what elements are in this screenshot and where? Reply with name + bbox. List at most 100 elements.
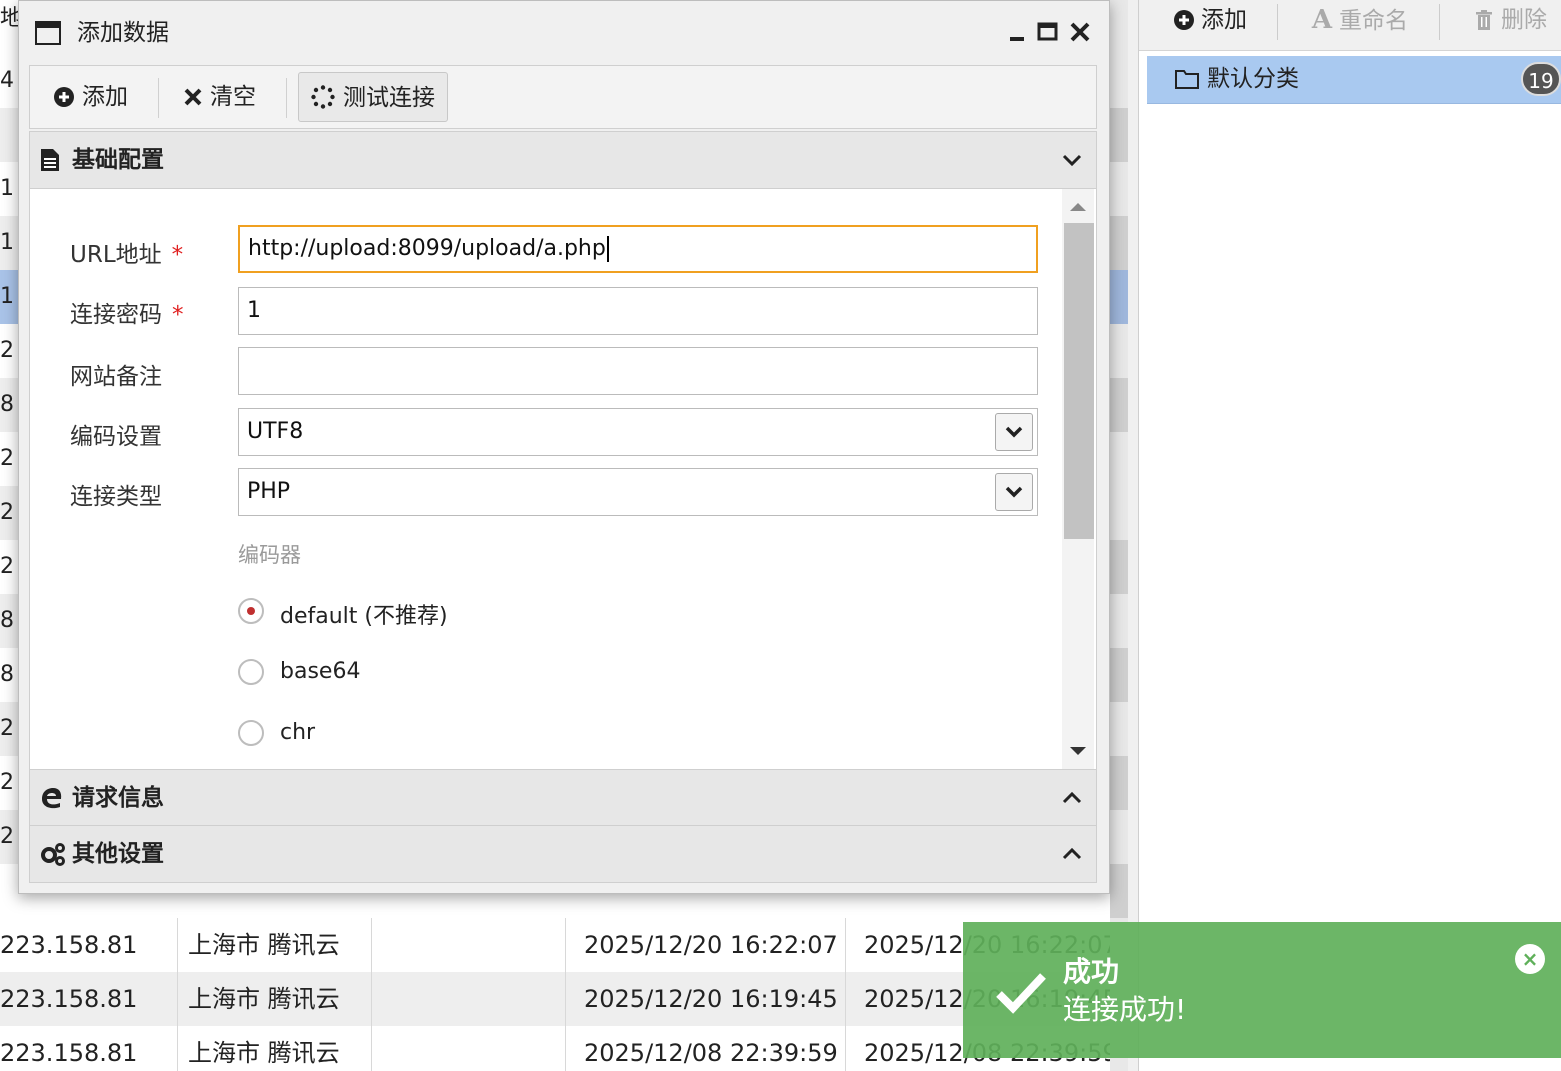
table-scrollbar[interactable] [1110,0,1128,1071]
encoder-option-label[interactable]: default (不推荐) [280,598,448,630]
add-button[interactable]: 添加 [54,72,128,122]
test-connection-button[interactable]: 测试连接 [298,72,448,122]
note-input[interactable] [238,347,1038,395]
window-icon [35,21,61,49]
chevron-down-icon [1062,150,1082,170]
table-edge-text: 2 [0,716,14,741]
cell-location: 上海市 腾讯云 [188,985,340,1013]
toast-title: 成功 [1063,955,1120,988]
required-mark: * [172,302,184,328]
table-edge-text: 1 [0,176,14,201]
password-input[interactable]: 1 [238,287,1038,335]
table-edge-text: 2 [0,500,14,525]
type-label: 连接类型 [70,484,162,510]
table-row[interactable]: 223.158.81 上海市 腾讯云 2025/12/20 16:22:07 2… [0,918,1128,972]
table-row[interactable]: 223.158.81 上海市 腾讯云 2025/12/20 16:19:45 2… [0,972,1128,1026]
password-label: 连接密码 * [70,302,184,328]
table-edge-text: 2 [0,446,14,471]
dialog-toolbar: 添加 清空 测试连接 [29,65,1097,129]
encoder-option-label[interactable]: chr [280,720,315,745]
category-item-default[interactable]: 默认分类 19 [1147,56,1561,104]
required-mark: * [171,242,184,268]
folder-icon [1175,68,1199,94]
table-row[interactable]: 223.158.81 上海市 腾讯云 2025/12/08 22:39:59 2… [0,1026,1128,1071]
spinner-icon [311,85,343,111]
document-icon [40,148,64,172]
cell-location: 上海市 腾讯云 [188,931,340,959]
toast-message: 连接成功! [1063,993,1187,1026]
category-delete-button[interactable]: 删除 [1473,0,1547,40]
plus-circle-icon [54,84,82,110]
section-basic-config-header[interactable]: 基础配置 [29,131,1097,189]
encoder-radio-base64[interactable] [238,659,264,685]
category-toolbar: 添加 A 重命名 删除 [1139,0,1561,51]
category-rename-button[interactable]: A 重命名 [1311,0,1408,40]
table-edge-text: 1 [0,284,14,309]
url-label: URL地址 * [70,242,184,268]
table-edge-text: 1 [0,230,14,255]
table-edge-text: 2 [0,554,14,579]
table-edge-text: 8 [0,662,14,687]
trash-icon [1473,0,1495,40]
table-edge-text: 8 [0,608,14,633]
cell-ip: 223.158.81 [0,1039,138,1067]
category-delete-label: 删除 [1501,7,1547,33]
form-scrollbar[interactable] [1062,189,1094,769]
add-data-dialog: 添加数据 添加 清空 测试连接 基础配置 URL地址 * http://uploa… [18,0,1110,894]
cell-created: 2025/12/08 22:39:59 [584,1039,838,1067]
category-add-label: 添加 [1201,7,1247,33]
category-count-badge: 19 [1521,62,1561,96]
close-icon[interactable] [1067,19,1093,45]
section-request-info-title: 请求信息 [72,785,164,811]
chevron-up-icon [1062,788,1082,808]
table-edge-text: 2 [0,770,14,795]
cell-created: 2025/12/20 16:22:07 [584,931,838,959]
maximize-icon[interactable] [1035,19,1061,45]
clear-button[interactable]: 清空 [184,72,256,122]
scroll-up-icon[interactable] [1070,203,1086,211]
minimize-icon[interactable] [1005,19,1031,45]
section-request-info-header[interactable]: 请求信息 [29,769,1097,827]
cell-ip: 223.158.81 [0,985,138,1013]
category-panel: 添加 A 重命名 删除 默认分类 19 [1138,0,1561,1071]
test-connection-label: 测试连接 [343,85,435,111]
table-edge-text: 2 [0,824,14,849]
encoding-label: 编码设置 [70,424,162,450]
section-other-settings-header[interactable]: 其他设置 [29,825,1097,883]
checkmark-icon [995,970,1047,1014]
dialog-titlebar[interactable]: 添加数据 [19,1,1109,64]
encoder-radio-chr[interactable] [238,720,264,746]
section-other-settings-title: 其他设置 [72,841,164,867]
dialog-title: 添加数据 [77,20,169,46]
encoder-option-label[interactable]: base64 [280,659,360,684]
chevron-down-icon[interactable] [995,413,1033,451]
scroll-down-icon[interactable] [1070,747,1086,755]
table-edge-text: 2 [0,338,14,363]
url-input[interactable]: http://upload:8099/upload/a.php [238,225,1038,273]
chevron-down-icon[interactable] [995,473,1033,511]
clear-button-label: 清空 [210,84,256,110]
table-edge-text: 8 [0,392,14,417]
success-toast: 成功 连接成功! × [963,922,1561,1058]
edge-e-icon [40,786,64,810]
cell-location: 上海市 腾讯云 [188,1039,340,1067]
gears-icon [40,842,65,866]
font-a-icon: A [1311,5,1333,35]
category-label: 默认分类 [1207,66,1299,92]
connection-type-select[interactable]: PHP [238,468,1038,516]
x-icon [184,84,210,110]
basic-config-form: URL地址 * http://upload:8099/upload/a.php 连… [29,189,1097,769]
section-basic-config-title: 基础配置 [72,147,164,173]
scroll-thumb[interactable] [1064,223,1094,539]
text-caret [606,236,609,262]
encoding-select[interactable]: UTF8 [238,408,1038,456]
category-add-button[interactable]: 添加 [1173,0,1247,40]
table-edge-text: 4 [0,68,14,93]
add-button-label: 添加 [82,84,128,110]
cell-ip: 223.158.81 [0,931,138,959]
chevron-up-icon [1062,844,1082,864]
toast-close-icon[interactable]: × [1515,944,1545,974]
cell-created: 2025/12/20 16:19:45 [584,985,838,1013]
plus-circle-icon [1173,0,1195,40]
encoder-radio-default[interactable] [238,598,264,624]
